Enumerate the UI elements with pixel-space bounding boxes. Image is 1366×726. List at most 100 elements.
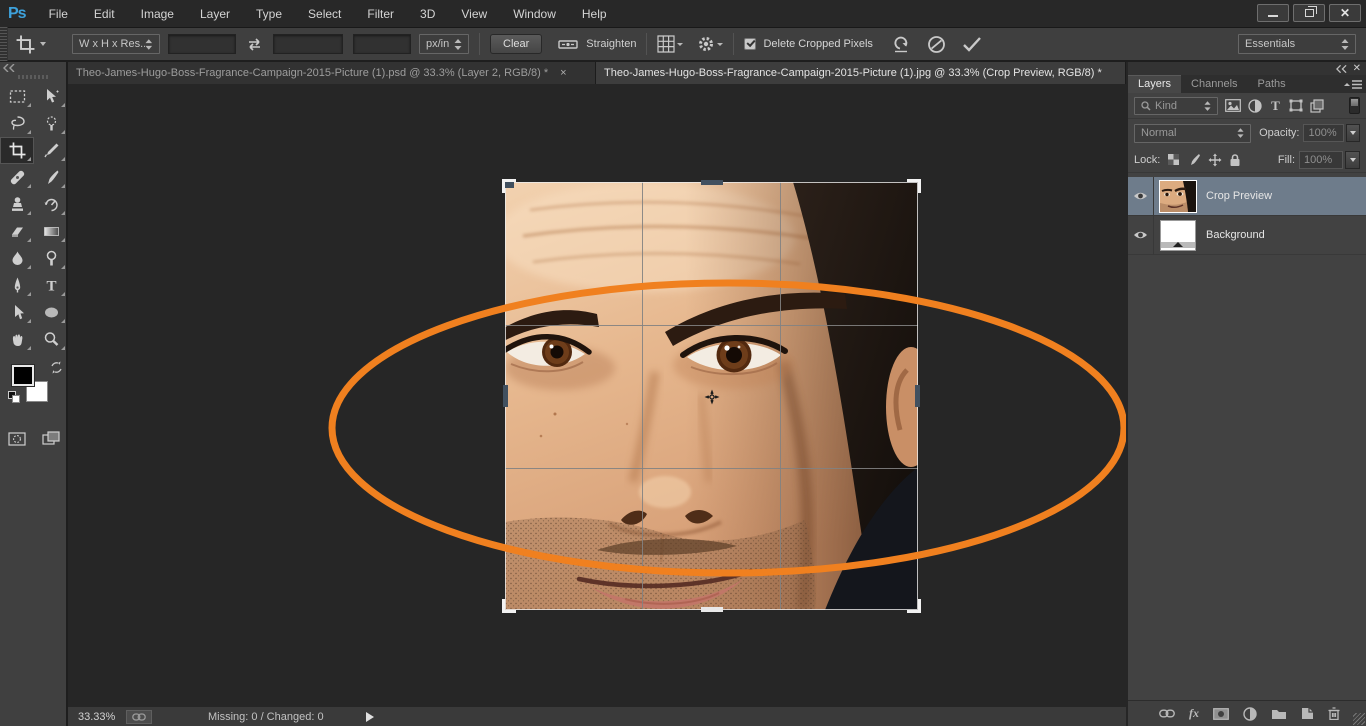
filter-smart-objects-icon[interactable] [1310,99,1324,113]
crop-height-input[interactable] [273,34,343,54]
panel-resize-grip[interactable] [1353,713,1365,725]
commit-crop-button[interactable] [962,36,982,52]
menu-file[interactable]: File [36,0,81,28]
tool-path-selection[interactable] [0,299,34,326]
menu-3d[interactable]: 3D [407,0,448,28]
filter-kind-select[interactable]: Kind [1134,97,1218,115]
tool-hand[interactable] [0,326,34,353]
straighten-button[interactable] [558,37,578,51]
tool-pen[interactable] [0,272,34,299]
opacity-value-field[interactable]: 100% [1303,124,1344,142]
tool-ellipse-shape[interactable] [34,299,68,326]
close-button[interactable]: ✕ [1329,4,1361,22]
menu-window[interactable]: Window [500,0,569,28]
collapse-panel-icon[interactable] [1336,65,1347,73]
menu-edit[interactable]: Edit [81,0,128,28]
tool-move[interactable] [34,83,68,110]
restore-button[interactable] [1293,4,1325,22]
tool-rectangular-marquee[interactable] [0,83,34,110]
crop-corner-bracket[interactable] [502,179,516,193]
crop-resolution-input[interactable] [353,34,411,54]
filter-toggle-switch[interactable] [1349,97,1360,114]
menu-help[interactable]: Help [569,0,620,28]
cancel-crop-button[interactable] [927,35,946,54]
filter-adjustment-layers-icon[interactable] [1248,99,1262,113]
menu-filter[interactable]: Filter [354,0,407,28]
panel-close-icon[interactable]: ✕ [1353,63,1361,74]
tool-quick-selection[interactable] [34,110,68,137]
blend-mode-select[interactable]: Normal [1134,124,1251,143]
crop-left-handle[interactable] [503,385,508,407]
link-layers-icon[interactable] [1159,709,1175,718]
tool-lasso[interactable] [0,110,34,137]
tool-clone-stamp[interactable] [0,191,34,218]
swap-dimensions-button[interactable] [246,38,263,51]
status-flyout-arrow-icon[interactable] [366,712,374,722]
menu-image[interactable]: Image [128,0,187,28]
crop-corner-bracket[interactable] [502,599,516,613]
crop-corner-bracket[interactable] [907,179,921,193]
tool-crop[interactable] [0,137,34,164]
tool-brush[interactable] [34,164,68,191]
status-info-text[interactable]: Missing: 0 / Changed: 0 [208,711,324,723]
tool-zoom[interactable] [34,326,68,353]
tool-eraser[interactable] [0,218,34,245]
toolbar-grip[interactable] [18,75,48,79]
current-tool-badge[interactable] [16,35,46,54]
tool-smudge[interactable] [0,245,34,272]
lock-transparency-icon[interactable] [1167,153,1180,166]
crop-center-marker[interactable] [704,389,720,405]
clear-button[interactable]: Clear [490,34,542,54]
menu-layer[interactable]: Layer [187,0,243,28]
panel-tab-paths[interactable]: Paths [1248,76,1296,93]
resolution-unit-select[interactable]: px/in [419,34,469,54]
default-colors-button[interactable] [8,391,20,403]
layer-row-background[interactable]: Background [1128,216,1366,255]
new-group-icon[interactable] [1271,708,1287,720]
workspace-select[interactable]: Essentials [1238,34,1356,54]
new-layer-icon[interactable] [1301,707,1314,720]
layer-visibility-toggle[interactable] [1128,216,1154,255]
lock-pixels-icon[interactable] [1187,153,1201,166]
tool-gradient[interactable] [34,218,68,245]
layer-visibility-toggle[interactable] [1128,177,1154,216]
tab-close-icon[interactable]: × [558,67,568,79]
crop-options-gear-button[interactable] [697,35,723,53]
lock-position-icon[interactable] [1208,153,1222,167]
canvas-area[interactable] [68,84,1126,706]
swap-colors-button[interactable] [50,361,63,374]
menu-select[interactable]: Select [295,0,354,28]
menu-view[interactable]: View [448,0,500,28]
layer-thumbnail-crop-preview[interactable] [1160,181,1196,212]
layer-name-background[interactable]: Background [1206,229,1265,241]
layer-name-crop-preview[interactable]: Crop Preview [1206,190,1272,202]
straighten-label[interactable]: Straighten [586,38,636,50]
tool-history-brush[interactable] [34,191,68,218]
delete-cropped-pixels-checkbox[interactable] [744,38,756,50]
toolbar-collapse-button[interactable] [0,62,66,73]
crop-corner-bracket[interactable] [907,599,921,613]
panel-menu-icon[interactable] [1344,80,1362,90]
lock-all-icon[interactable] [1229,153,1241,167]
panel-tab-layers[interactable]: Layers [1128,75,1181,93]
screen-mode-button[interactable] [34,425,68,452]
layer-row-crop-preview[interactable]: Crop Preview [1128,177,1366,216]
menu-type[interactable]: Type [243,0,295,28]
fill-dropdown-button[interactable] [1345,151,1360,169]
tool-dodge[interactable] [34,245,68,272]
reset-crop-button[interactable] [891,35,911,53]
zoom-level-field[interactable]: 33.33% [68,711,126,723]
tool-horizontal-type[interactable]: T [34,272,68,299]
opacity-dropdown-button[interactable] [1346,124,1360,142]
status-link-button[interactable] [126,710,152,724]
filter-shape-layers-icon[interactable] [1289,99,1303,112]
crop-width-input[interactable] [168,34,236,54]
layer-thumbnail-background[interactable] [1160,220,1196,251]
tool-eyedropper[interactable] [34,137,68,164]
document-tab-psd[interactable]: Theo-James-Hugo-Boss-Fragrance-Campaign-… [68,62,596,84]
crop-right-handle[interactable] [915,385,920,407]
delete-layer-trash-icon[interactable] [1328,707,1340,720]
filter-pixel-layers-icon[interactable] [1225,99,1241,112]
add-layer-mask-icon[interactable] [1213,708,1229,720]
foreground-color-swatch[interactable] [12,365,34,386]
